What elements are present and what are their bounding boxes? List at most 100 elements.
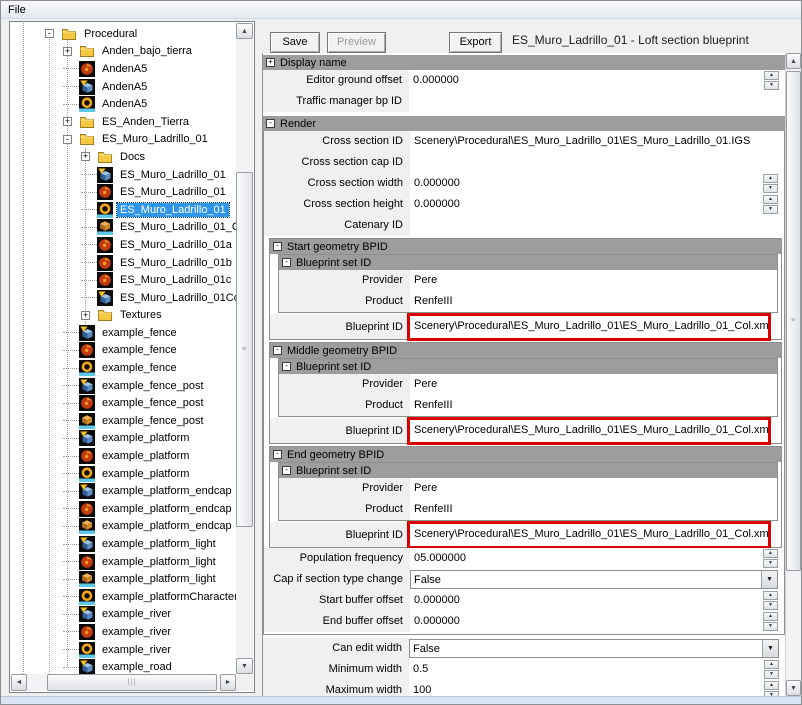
tree-item[interactable]: +Docs xyxy=(11,148,236,166)
tree-item[interactable]: example_river xyxy=(11,623,236,641)
tree-item[interactable]: +Anden_bajo_tierra xyxy=(11,43,236,61)
minimum-width-field[interactable]: 0.5 ▲▼ xyxy=(409,659,785,680)
tree-item[interactable]: AndenA5 xyxy=(11,95,236,113)
tree-expander-expand[interactable]: + xyxy=(81,311,90,320)
tree-item[interactable]: example_fence_post xyxy=(11,412,236,430)
tree-item[interactable]: ES_Muro_Ladrillo_01 xyxy=(11,201,236,219)
tree-item[interactable]: example_platform_endcap xyxy=(11,500,236,518)
properties-vertical-scrollbar[interactable]: ▲ ≡ ▼ xyxy=(785,53,801,696)
tree-item[interactable]: ES_Muro_Ladrillo_01_Co xyxy=(11,219,236,237)
tree-vertical-scrollbar[interactable]: ▲ ≡ ▼ xyxy=(236,23,253,674)
dropdown-arrow-icon[interactable]: ▼ xyxy=(761,571,777,588)
scroll-down-button[interactable]: ▼ xyxy=(236,658,253,674)
tree-item[interactable]: -Procedural xyxy=(11,25,236,43)
scroll-right-button[interactable]: ► xyxy=(220,674,236,691)
maximum-width-field[interactable]: 100 ▲▼ xyxy=(409,680,785,696)
scrollbar-thumb[interactable]: ≡ xyxy=(786,71,801,571)
tree-expander-expand[interactable]: + xyxy=(63,47,72,56)
tree-item[interactable]: example_platform_endcap xyxy=(11,482,236,500)
spin-down-button[interactable]: ▼ xyxy=(763,205,778,214)
export-button[interactable]: Export xyxy=(449,32,502,53)
tree-item[interactable]: example_road xyxy=(11,658,236,674)
start-buffer-offset-field[interactable]: 0.000000 ▲▼ xyxy=(410,590,784,611)
collapse-toggle[interactable]: - xyxy=(273,346,282,355)
scroll-up-button[interactable]: ▲ xyxy=(236,23,253,39)
collapse-toggle[interactable]: - xyxy=(282,466,291,475)
tree-item[interactable]: example_platform xyxy=(11,447,236,465)
tree-item[interactable]: example_platform_light xyxy=(11,570,236,588)
tree-item[interactable]: example_fence xyxy=(11,359,236,377)
spin-up-button[interactable]: ▲ xyxy=(764,71,779,80)
tree-expander-expand[interactable]: + xyxy=(63,117,72,126)
product-field[interactable]: RenfeIII xyxy=(410,395,777,416)
tree-item[interactable]: example_fence_post xyxy=(11,377,236,395)
tree-expander-collapse[interactable]: - xyxy=(63,135,72,144)
spin-up-button[interactable]: ▲ xyxy=(764,681,779,690)
spin-up-button[interactable]: ▲ xyxy=(763,612,778,621)
blueprint-id-field[interactable]: Scenery\Procedural\ES_Muro_Ladrillo_01\E… xyxy=(410,420,768,442)
blueprint-id-field[interactable]: Scenery\Procedural\ES_Muro_Ladrillo_01\E… xyxy=(410,524,768,546)
tree-item[interactable]: AndenA5 xyxy=(11,60,236,78)
scroll-up-button[interactable]: ▲ xyxy=(786,53,801,69)
spin-down-button[interactable]: ▼ xyxy=(763,622,778,631)
spin-up-button[interactable]: ▲ xyxy=(763,591,778,600)
menu-file[interactable]: File xyxy=(1,3,33,17)
provider-field[interactable]: Pere xyxy=(410,270,777,291)
spin-up-button[interactable]: ▲ xyxy=(763,549,778,558)
collapse-toggle[interactable]: - xyxy=(282,258,291,267)
provider-field[interactable]: Pere xyxy=(410,374,777,395)
tree-item[interactable]: ES_Muro_Ladrillo_01c xyxy=(11,271,236,289)
tree-item[interactable]: ES_Muro_Ladrillo_01b xyxy=(11,254,236,272)
tree-item[interactable]: example_platform_light xyxy=(11,535,236,553)
tree-item[interactable]: example_fence xyxy=(11,342,236,360)
cross-section-width-field[interactable]: 0.000000 ▲▼ xyxy=(410,173,784,194)
collapse-toggle[interactable]: - xyxy=(282,362,291,371)
tree-item[interactable]: ES_Muro_Ladrillo_01Col xyxy=(11,289,236,307)
collapse-toggle[interactable]: - xyxy=(266,119,275,128)
end-buffer-offset-field[interactable]: 0.000000 ▲▼ xyxy=(410,611,784,632)
provider-field[interactable]: Pere xyxy=(410,478,777,499)
spin-down-button[interactable]: ▼ xyxy=(763,559,778,568)
expand-toggle[interactable]: + xyxy=(266,58,275,67)
tree-item[interactable]: -ES_Muro_Ladrillo_01 xyxy=(11,131,236,149)
tree-expander-collapse[interactable]: - xyxy=(45,29,54,38)
preview-button[interactable]: Preview xyxy=(327,32,386,53)
tree-item[interactable]: example_fence_post xyxy=(11,394,236,412)
spin-up-button[interactable]: ▲ xyxy=(763,174,778,183)
spin-up-button[interactable]: ▲ xyxy=(764,660,779,669)
dropdown-arrow-icon[interactable]: ▼ xyxy=(762,640,778,657)
tree-item[interactable]: example_platform xyxy=(11,430,236,448)
traffic-manager-bp-id-field[interactable] xyxy=(409,91,785,112)
cross-section-id-field[interactable]: Scenery\Procedural\ES_Muro_Ladrillo_01\E… xyxy=(410,131,784,152)
tree-item[interactable]: example_river xyxy=(11,606,236,624)
collapse-toggle[interactable]: - xyxy=(273,450,282,459)
can-edit-width-dropdown[interactable]: False ▼ xyxy=(409,639,779,658)
catenary-id-field[interactable] xyxy=(410,215,784,236)
tree-item[interactable]: +ES_Anden_Tierra xyxy=(11,113,236,131)
cap-if-section-type-change-dropdown[interactable]: False ▼ xyxy=(410,570,778,589)
save-button[interactable]: Save xyxy=(270,32,320,53)
scroll-left-button[interactable]: ◄ xyxy=(11,674,27,691)
collapse-toggle[interactable]: - xyxy=(273,242,282,251)
tree-horizontal-scrollbar[interactable]: ◄ ||| ► xyxy=(11,674,236,691)
tree-item[interactable]: example_platform_light xyxy=(11,553,236,571)
spin-down-button[interactable]: ▼ xyxy=(763,601,778,610)
spin-down-button[interactable]: ▼ xyxy=(764,81,779,90)
tree-item[interactable]: example_platform_endcap xyxy=(11,518,236,536)
tree-item[interactable]: ES_Muro_Ladrillo_01 xyxy=(11,183,236,201)
blueprint-id-field[interactable]: Scenery\Procedural\ES_Muro_Ladrillo_01\E… xyxy=(410,316,768,338)
scrollbar-thumb[interactable]: ||| xyxy=(47,674,217,691)
editor-ground-offset-field[interactable]: 0.000000 ▲▼ xyxy=(409,70,785,91)
tree-item[interactable]: example_platformCharacter xyxy=(11,588,236,606)
spin-up-button[interactable]: ▲ xyxy=(763,195,778,204)
cross-section-cap-id-field[interactable] xyxy=(410,152,784,173)
spin-down-button[interactable]: ▼ xyxy=(764,670,779,679)
tree-item[interactable]: example_river xyxy=(11,641,236,659)
product-field[interactable]: RenfeIII xyxy=(410,499,777,520)
tree-item[interactable]: ES_Muro_Ladrillo_01 xyxy=(11,166,236,184)
cross-section-height-field[interactable]: 0.000000 ▲▼ xyxy=(410,194,784,215)
tree-expander-expand[interactable]: + xyxy=(81,152,90,161)
scrollbar-thumb[interactable]: ≡ xyxy=(236,172,253,527)
spin-down-button[interactable]: ▼ xyxy=(763,184,778,193)
product-field[interactable]: RenfeIII xyxy=(410,291,777,312)
